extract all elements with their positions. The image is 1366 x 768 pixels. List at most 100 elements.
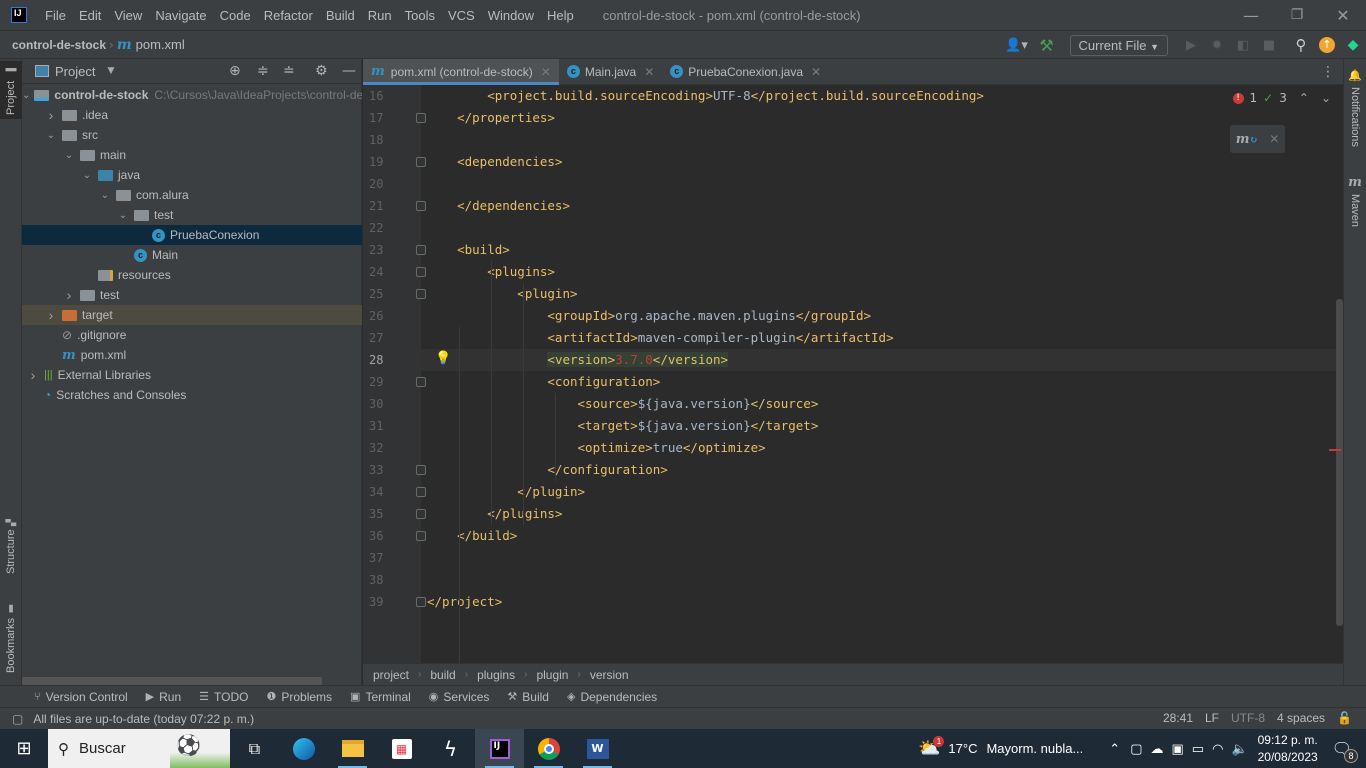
notification-center-icon[interactable]: 🗨 8 bbox=[1332, 739, 1358, 763]
close-button[interactable]: ✕ bbox=[1320, 0, 1366, 30]
menu-run[interactable]: Run bbox=[368, 8, 392, 23]
weather-description[interactable]: Mayorm. nubla... bbox=[986, 741, 1083, 756]
tree-item[interactable]: c Main bbox=[22, 245, 362, 265]
locate-file-icon[interactable]: ⊕ bbox=[229, 63, 241, 79]
tab-main-java[interactable]: c Main.java ✕ bbox=[559, 59, 662, 84]
tree-item[interactable]: ⌄ java bbox=[22, 165, 362, 185]
tree-item[interactable]: › test bbox=[22, 285, 362, 305]
clock[interactable]: 09:12 p. m. 20/08/2023 bbox=[1258, 732, 1318, 766]
chevron-down-icon[interactable]: ⌄ bbox=[80, 170, 94, 181]
toggle-tool-windows-icon[interactable]: ▢ bbox=[12, 712, 23, 726]
menu-refactor[interactable]: Refactor bbox=[264, 8, 313, 23]
crumb-project[interactable]: project bbox=[373, 668, 409, 682]
tool-build[interactable]: ⚒ Build bbox=[507, 690, 549, 704]
tab-pom-xml[interactable]: m pom.xml (control-de-stock) ✕ bbox=[363, 59, 559, 85]
fold-marker-icon[interactable] bbox=[416, 245, 426, 255]
intellij-logo-icon[interactable]: IJ bbox=[11, 7, 27, 23]
minimize-button[interactable]: — bbox=[1228, 0, 1274, 30]
menu-window[interactable]: Window bbox=[488, 8, 534, 23]
tree-item[interactable]: resources bbox=[22, 265, 362, 285]
intellij-taskbar-icon[interactable]: IJ bbox=[475, 729, 524, 768]
menu-edit[interactable]: Edit bbox=[79, 8, 101, 23]
onedrive-icon[interactable]: ☁ bbox=[1151, 741, 1164, 757]
collapse-all-icon[interactable]: ≐ bbox=[283, 63, 295, 79]
menu-file[interactable]: File bbox=[45, 8, 66, 23]
fold-marker-icon[interactable] bbox=[416, 531, 426, 541]
line-separator[interactable]: LF bbox=[1205, 711, 1219, 725]
weather-temp[interactable]: 17°C bbox=[948, 741, 977, 756]
close-tab-icon[interactable]: ✕ bbox=[541, 65, 551, 79]
chevron-right-icon[interactable]: › bbox=[44, 307, 58, 323]
notifications-tool-tab[interactable]: 🔔 Notifications bbox=[1344, 63, 1366, 153]
build-hammer-icon[interactable]: ⚒ bbox=[1034, 36, 1060, 55]
error-stripe-mark[interactable] bbox=[1329, 449, 1341, 451]
search-icon[interactable]: ⚲ bbox=[1288, 36, 1314, 54]
fold-marker-icon[interactable] bbox=[416, 487, 426, 497]
run-config-dropdown[interactable]: Current File ▼ bbox=[1069, 34, 1168, 56]
camera-icon[interactable]: ▢ bbox=[1130, 741, 1142, 757]
maven-tool-tab[interactable]: m Maven bbox=[1344, 171, 1366, 231]
menu-build[interactable]: Build bbox=[326, 8, 355, 23]
code-with-me-icon[interactable]: ◆ bbox=[1340, 37, 1366, 53]
tool-problems[interactable]: ❶ Problems bbox=[266, 690, 332, 704]
run-icon[interactable]: ▶ bbox=[1178, 38, 1204, 53]
app-bolt-icon[interactable]: ϟ bbox=[426, 729, 475, 768]
taskbar-search[interactable]: ⚲ Buscar ⚽ bbox=[48, 729, 230, 768]
chevron-right-icon[interactable]: › bbox=[44, 107, 58, 123]
store-icon[interactable]: ▦ bbox=[377, 729, 426, 768]
unlock-icon[interactable]: 🔓 bbox=[1337, 711, 1352, 725]
fold-marker-icon[interactable] bbox=[416, 289, 426, 299]
fold-marker-icon[interactable] bbox=[416, 113, 426, 123]
chevron-down-icon[interactable]: ⌄ bbox=[22, 90, 30, 101]
tree-item[interactable]: ⌄ com.alura bbox=[22, 185, 362, 205]
fold-marker-icon[interactable] bbox=[416, 377, 426, 387]
debug-icon[interactable]: ✹ bbox=[1204, 38, 1230, 53]
vcs-user-icon[interactable]: 👤▾ bbox=[1004, 38, 1030, 53]
chevron-down-icon[interactable]: ⌄ bbox=[98, 190, 112, 201]
tool-dependencies[interactable]: ◈ Dependencies bbox=[567, 690, 657, 704]
more-tabs-icon[interactable]: ⋮ bbox=[1321, 64, 1335, 80]
tab-prueba-conexion[interactable]: c PruebaConexion.java ✕ bbox=[662, 59, 829, 84]
indent-setting[interactable]: 4 spaces bbox=[1277, 711, 1325, 725]
chevron-down-icon[interactable]: ⌄ bbox=[62, 150, 76, 161]
previous-highlight-icon[interactable]: ⌃ bbox=[1299, 91, 1309, 105]
maven-reload-icon[interactable]: m↻ bbox=[1236, 132, 1258, 147]
volume-icon[interactable]: 🔈 bbox=[1231, 741, 1247, 757]
tree-item[interactable]: › ||| External Libraries bbox=[22, 365, 362, 385]
restore-button[interactable]: ❐ bbox=[1274, 0, 1320, 30]
fold-marker-icon[interactable] bbox=[416, 465, 426, 475]
tree-item[interactable]: m pom.xml bbox=[22, 345, 362, 365]
chrome-icon[interactable] bbox=[524, 729, 573, 768]
tree-item[interactable]: ⌄ main bbox=[22, 145, 362, 165]
fold-marker-icon[interactable] bbox=[416, 267, 426, 277]
status-message[interactable]: All files are up-to-date (today 07:22 p.… bbox=[33, 712, 254, 726]
menu-help[interactable]: Help bbox=[547, 8, 574, 23]
tool-todo[interactable]: ☰ TODO bbox=[199, 690, 248, 704]
chevron-down-icon[interactable]: ⌄ bbox=[44, 130, 58, 141]
crumb-plugin[interactable]: plugin bbox=[536, 668, 568, 682]
tool-services[interactable]: ◉ Services bbox=[429, 690, 490, 704]
menu-code[interactable]: Code bbox=[220, 8, 251, 23]
fold-marker-icon[interactable] bbox=[416, 509, 426, 519]
close-tab-icon[interactable]: ✕ bbox=[811, 65, 821, 79]
tree-item[interactable]: ⌄ src bbox=[22, 125, 362, 145]
menu-navigate[interactable]: Navigate bbox=[155, 8, 206, 23]
menu-vcs[interactable]: VCS bbox=[448, 8, 475, 23]
close-tab-icon[interactable]: ✕ bbox=[644, 65, 654, 79]
crumb-version[interactable]: version bbox=[590, 668, 629, 682]
chevron-right-icon[interactable]: › bbox=[62, 287, 76, 303]
bookmarks-tool-tab[interactable]: Bookmarks ▮ bbox=[0, 599, 22, 677]
tool-terminal[interactable]: ▣ Terminal bbox=[350, 690, 411, 704]
chevron-right-icon[interactable]: › bbox=[26, 367, 40, 383]
caret-position[interactable]: 28:41 bbox=[1163, 711, 1193, 725]
code-editor[interactable]: 16 17 18 19 20 21 22 23 24 25 26 27 28 29 30 31 32 33 34 35… bbox=[363, 85, 1343, 663]
chevron-down-icon[interactable]: ▼ bbox=[107, 66, 114, 76]
tree-item[interactable]: c PruebaConexion bbox=[22, 225, 362, 245]
fold-marker-icon[interactable] bbox=[416, 201, 426, 211]
update-icon[interactable]: ↑ bbox=[1314, 37, 1340, 53]
file-encoding[interactable]: UTF-8 bbox=[1231, 711, 1265, 725]
weather-icon[interactable]: ⛅ 1 bbox=[918, 736, 945, 759]
tree-item[interactable]: ⌄ test bbox=[22, 205, 362, 225]
tree-item[interactable]: ◔ Scratches and Consoles bbox=[22, 385, 362, 405]
menu-view[interactable]: View bbox=[114, 8, 142, 23]
